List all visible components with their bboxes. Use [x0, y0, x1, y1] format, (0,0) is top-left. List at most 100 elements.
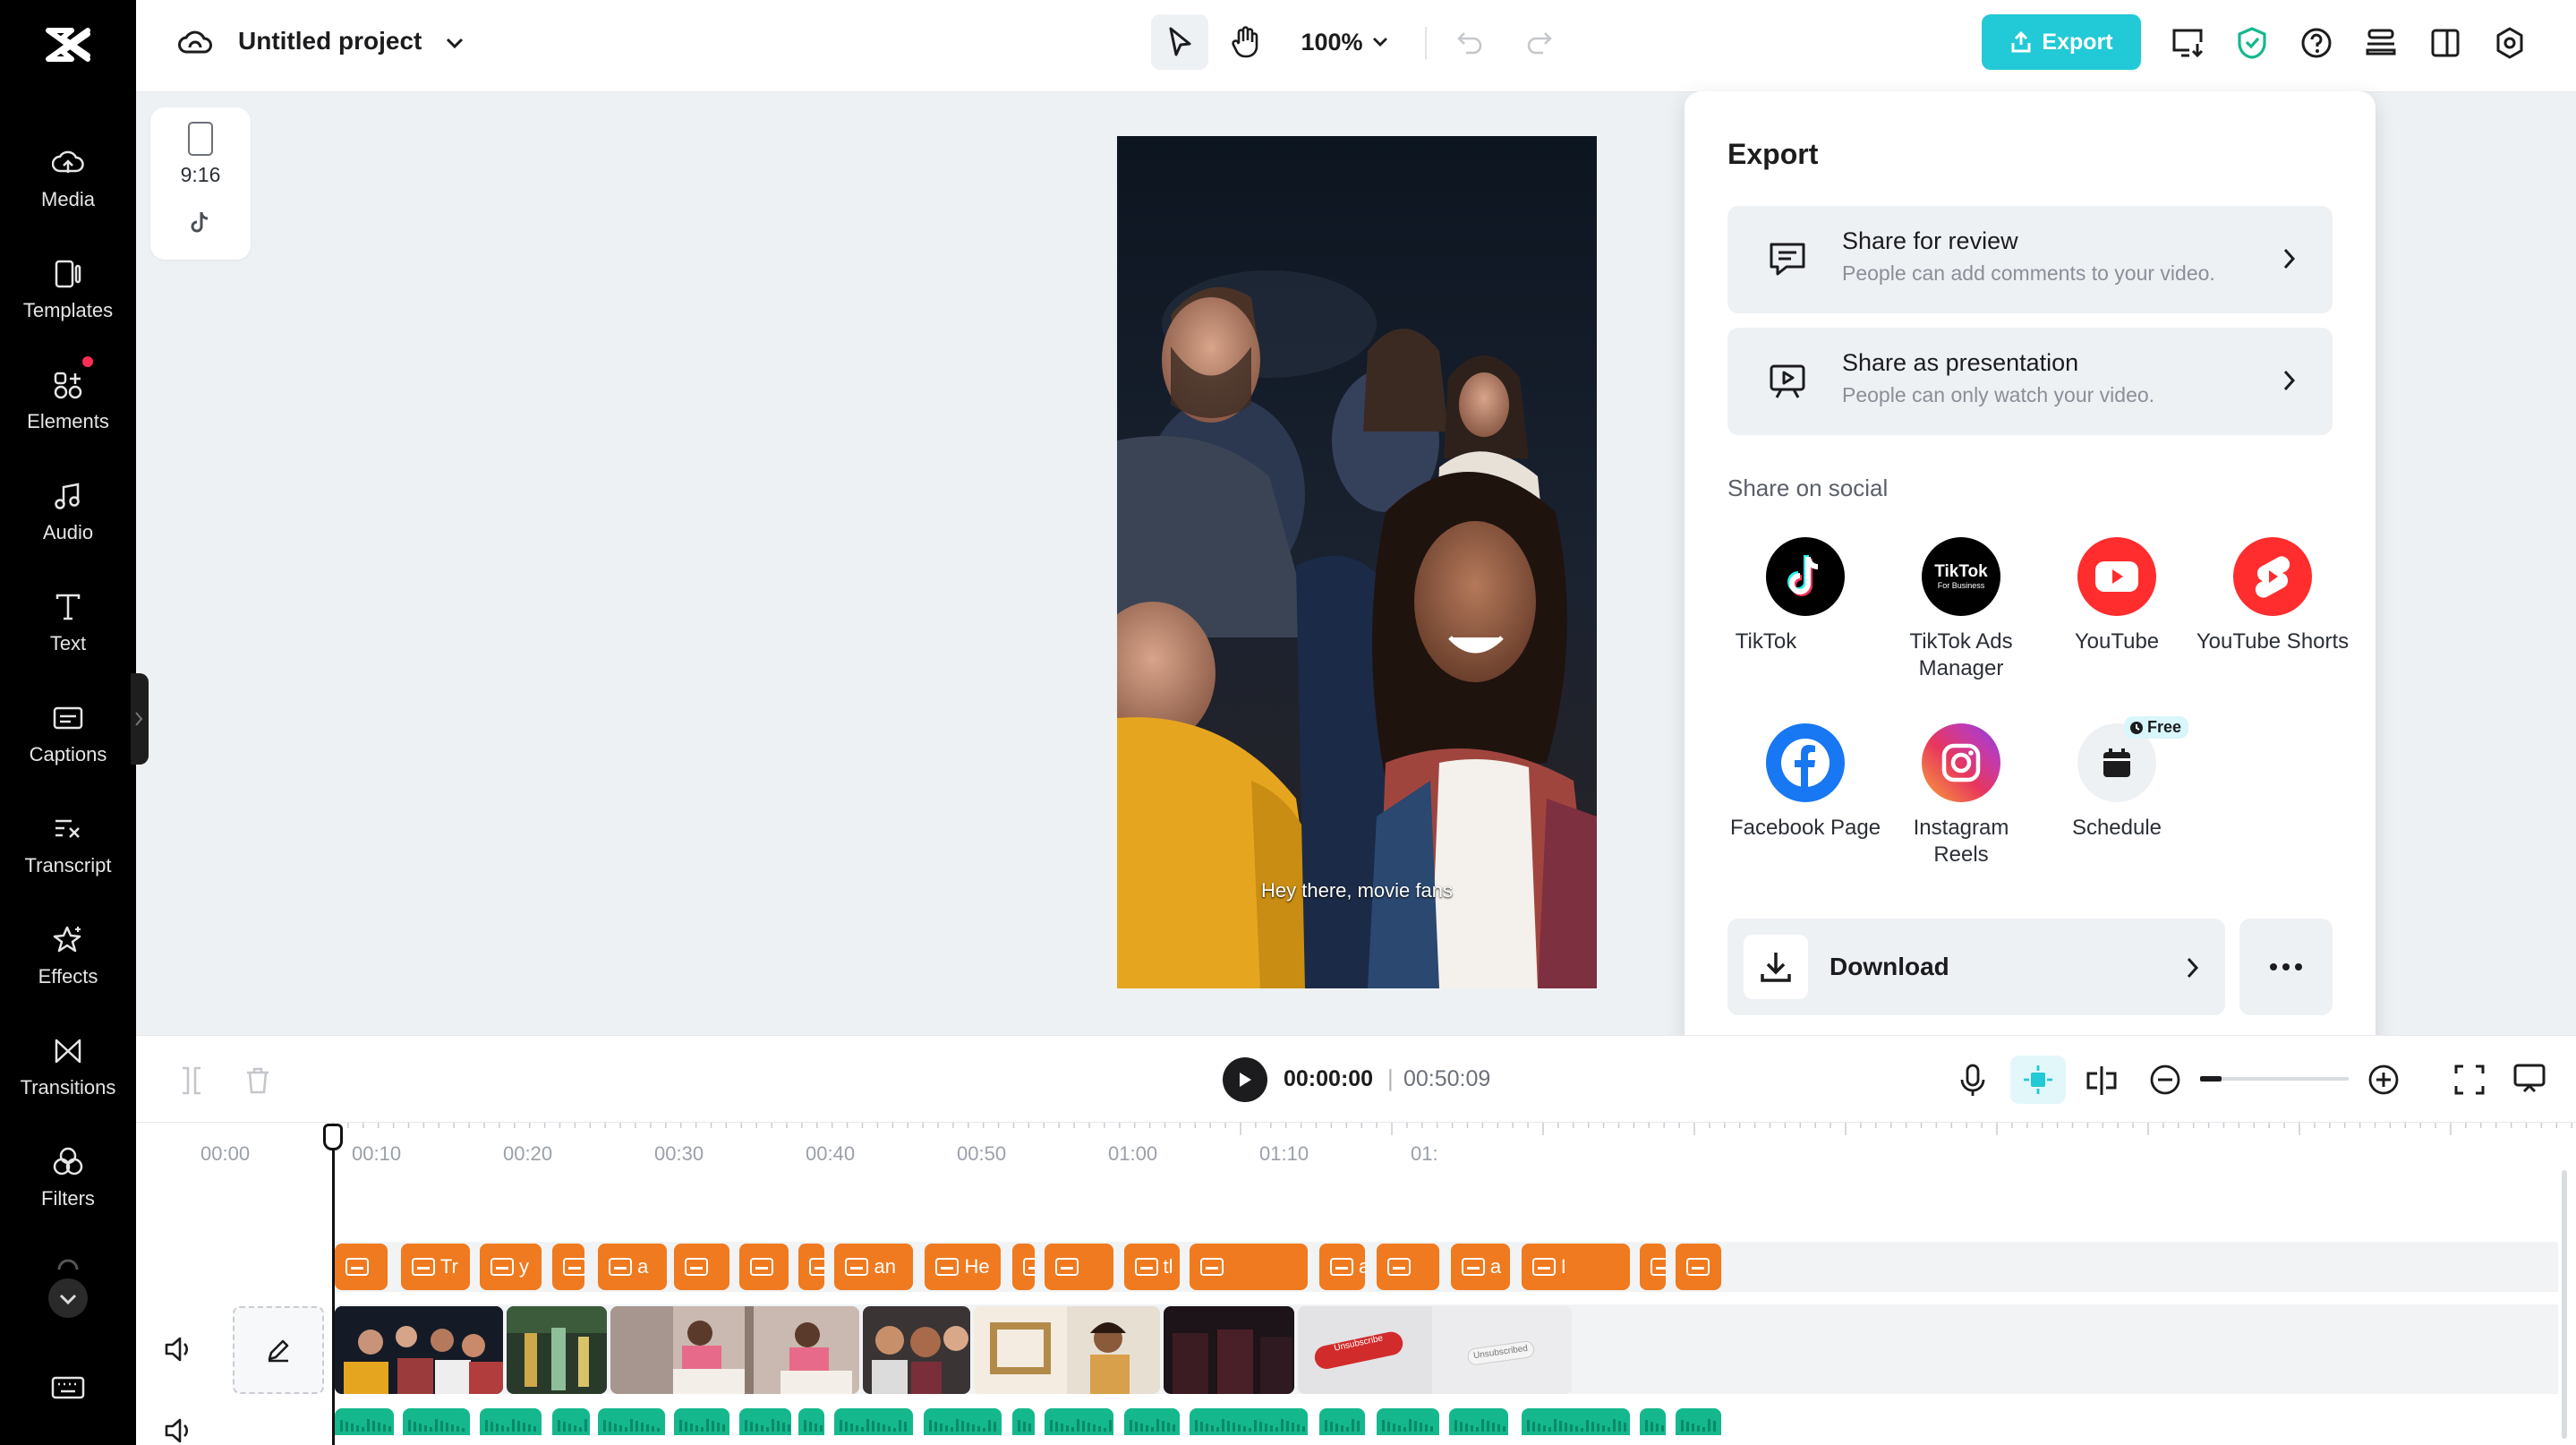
audio-clip[interactable] — [1377, 1408, 1439, 1435]
social-youtube[interactable]: YouTube — [2039, 537, 2195, 655]
sidebar-collapse-handle[interactable] — [131, 673, 149, 765]
timeline-ruler[interactable]: 00:00 00:10 00:20 00:30 00:40 00:50 01:00 01:10… — [136, 1122, 2576, 1176]
audio-clip[interactable] — [1045, 1408, 1114, 1435]
share-as-presentation-button[interactable]: Share as presentation People can only wa… — [1727, 328, 2333, 435]
shield-check-icon[interactable] — [2232, 23, 2272, 63]
audio-clip[interactable] — [739, 1408, 792, 1435]
more-options-button[interactable] — [2239, 919, 2333, 1015]
caption-clip[interactable]: E — [551, 1244, 585, 1290]
sidebar-item-effects[interactable]: Effects — [0, 917, 136, 1015]
video-track-volume-icon[interactable] — [163, 1335, 199, 1365]
delete-icon[interactable] — [242, 1065, 274, 1097]
project-title[interactable]: Untitled project — [238, 27, 422, 56]
playhead[interactable] — [332, 1125, 335, 1445]
audio-clip[interactable] — [335, 1408, 395, 1435]
audio-clip[interactable] — [798, 1408, 825, 1435]
video-clip[interactable] — [507, 1306, 607, 1394]
social-tiktok[interactable]: TikTok — [1727, 537, 1883, 655]
video-preview[interactable]: Hey there, movie fans — [1117, 136, 1597, 988]
audio-clip[interactable] — [1676, 1408, 1722, 1435]
export-button[interactable]: Export — [1982, 14, 2141, 70]
cover-edit-button[interactable] — [233, 1306, 324, 1394]
caption-clip[interactable]: a — [598, 1244, 667, 1290]
audio-clip[interactable] — [551, 1408, 590, 1435]
caption-clip[interactable] — [1189, 1244, 1308, 1290]
caption-clip[interactable] — [739, 1244, 789, 1290]
download-button[interactable]: Download — [1727, 919, 2225, 1015]
video-clip[interactable] — [863, 1306, 970, 1394]
preview-caption-text[interactable]: Hey there, movie fans — [1117, 879, 1597, 902]
caption-clip[interactable] — [335, 1244, 388, 1290]
sidebar-item-transitions[interactable]: Transitions — [0, 1028, 136, 1126]
auto-snap-toggle[interactable] — [2010, 1056, 2066, 1104]
timeline-scrollbar[interactable] — [2562, 1170, 2567, 1439]
video-clip[interactable] — [335, 1306, 503, 1394]
sidebar-item-transcript[interactable]: Transcript — [0, 806, 136, 904]
keyboard-icon[interactable] — [50, 1373, 86, 1402]
caption-clip[interactable]: a — [1450, 1244, 1510, 1290]
monitor-download-icon[interactable] — [2168, 23, 2207, 63]
audio-clip[interactable] — [673, 1408, 729, 1435]
audio-clip[interactable] — [1521, 1408, 1630, 1435]
audio-clip[interactable] — [1448, 1408, 1508, 1435]
caption-clip[interactable]: y — [479, 1244, 542, 1290]
video-clip[interactable] — [610, 1306, 859, 1394]
undo-button[interactable] — [1452, 25, 1488, 61]
playhead-handle[interactable] — [323, 1124, 343, 1150]
sidebar-item-audio[interactable]: Audio — [0, 473, 136, 571]
timeline-zoom-slider[interactable] — [2200, 1076, 2349, 1082]
play-button[interactable] — [1223, 1057, 1267, 1102]
select-tool-button[interactable] — [1151, 14, 1208, 70]
sidebar-item-text[interactable]: Text — [0, 584, 136, 682]
caption-clip[interactable] — [1045, 1244, 1114, 1290]
caption-clip[interactable]: E — [798, 1244, 825, 1290]
social-tiktok-ads-manager[interactable]: TikTok For Business TikTok Ads Manager — [1883, 537, 2039, 682]
caption-clip[interactable]: I — [1521, 1244, 1630, 1290]
caption-clip[interactable] — [673, 1244, 729, 1290]
cloud-save-icon[interactable] — [175, 25, 215, 61]
sidebar-item-media[interactable]: Media — [0, 140, 136, 238]
hand-tool-button[interactable] — [1217, 14, 1275, 70]
audio-clip[interactable] — [1318, 1408, 1366, 1435]
redo-button[interactable] — [1522, 25, 1557, 61]
zoom-out-icon[interactable] — [2148, 1063, 2182, 1097]
audio-clip[interactable] — [1123, 1408, 1180, 1435]
caption-clip[interactable]: and er — [1318, 1244, 1366, 1290]
caption-clip[interactable]: Tr — [400, 1244, 470, 1290]
zoom-in-icon[interactable] — [2367, 1063, 2401, 1097]
capcut-logo[interactable] — [41, 18, 95, 72]
panel-layout-icon[interactable] — [2426, 23, 2465, 63]
more-tools-button[interactable] — [43, 1257, 93, 1318]
audio-clip[interactable] — [479, 1408, 542, 1435]
caption-clip[interactable] — [1011, 1244, 1036, 1290]
audio-track-volume-icon[interactable] — [163, 1417, 199, 1444]
sidebar-item-captions[interactable]: Captions — [0, 695, 136, 793]
sidebar-item-filters[interactable]: Filters — [0, 1139, 136, 1237]
help-icon[interactable] — [2297, 23, 2336, 63]
caption-clip[interactable] — [1676, 1244, 1722, 1290]
chevron-down-icon[interactable] — [440, 27, 469, 59]
sidebar-item-templates[interactable]: Templates — [0, 251, 136, 349]
audio-clip[interactable] — [1189, 1408, 1308, 1435]
share-for-review-button[interactable]: Share for review People can add comments… — [1727, 206, 2333, 313]
audio-clip[interactable] — [834, 1408, 914, 1435]
video-clip[interactable] — [1164, 1306, 1294, 1394]
social-schedule[interactable]: Free Schedule — [2039, 716, 2195, 842]
social-youtube-shorts[interactable]: YouTube Shorts — [2195, 537, 2350, 655]
caption-clip[interactable]: an — [834, 1244, 914, 1290]
video-clip[interactable] — [974, 1306, 1160, 1394]
caption-clip[interactable]: be su — [1639, 1244, 1666, 1290]
split-screen-icon[interactable] — [2084, 1063, 2120, 1099]
settings-icon[interactable] — [2490, 23, 2529, 63]
caption-clip[interactable] — [1377, 1244, 1439, 1290]
aspect-ratio-card[interactable]: 9:16 — [150, 107, 251, 260]
caption-clip[interactable]: He — [925, 1244, 1001, 1290]
split-tool-icon[interactable] — [175, 1065, 208, 1097]
audio-clip[interactable] — [1639, 1408, 1666, 1435]
microphone-icon[interactable] — [1957, 1063, 1989, 1099]
video-clip[interactable]: Unsubscribe Unsubscribed — [1298, 1306, 1572, 1394]
zoom-dropdown[interactable]: 100% — [1291, 21, 1398, 63]
social-instagram-reels[interactable]: Instagram Reels — [1883, 723, 2039, 868]
layers-icon[interactable] — [2361, 23, 2401, 63]
audio-clip[interactable] — [1011, 1408, 1036, 1435]
